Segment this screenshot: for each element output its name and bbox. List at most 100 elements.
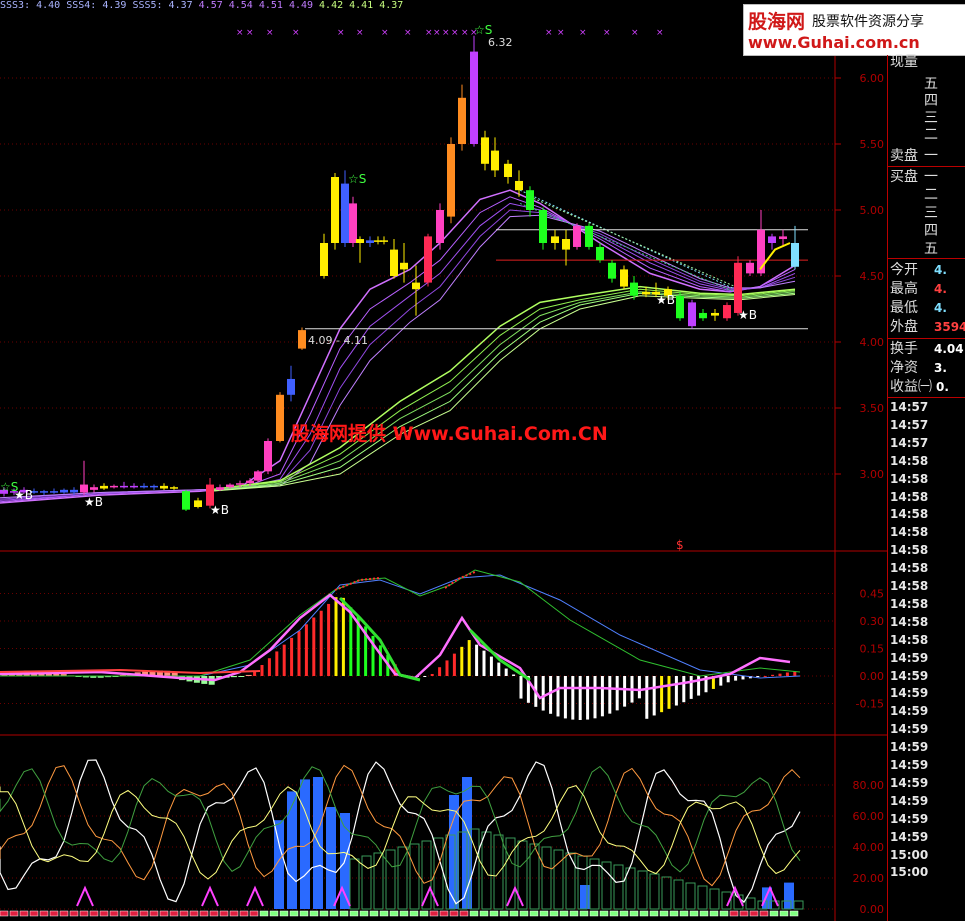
strip-cell [569,910,579,917]
macd-bar [497,662,501,676]
stat-label-1: 最高 [890,281,918,297]
strip-cell [189,910,199,917]
strip-cell [559,910,569,917]
candle-body [711,312,719,316]
signal-triangle [246,885,264,907]
stat2-value-2: 0. [936,380,949,394]
strip-cell [499,910,509,917]
candle-body [596,246,604,261]
macd-bar [378,645,382,676]
strip-cell [229,910,239,917]
candle-body [746,262,754,274]
volume-outline-bar [637,870,648,910]
candle-body [246,480,254,484]
price-tick-label: 4.00 [860,336,885,349]
tick-time: 14:59 [890,740,929,755]
indicator-readout-9: 4.37 [379,0,404,11]
price-tick-label: 6.00 [860,72,885,85]
strip-cell [739,910,749,917]
macd-bar [438,667,442,676]
macd-tick-label: 0.30 [860,615,885,628]
strip-cell [539,910,549,917]
kdj-line [0,764,801,887]
strip-cell [259,910,269,917]
tick-time: 14:59 [890,793,929,808]
macd-bar [230,676,237,678]
stat-label-2: 最低 [890,300,918,316]
strip-cell [139,910,149,917]
strip-cell [589,910,599,917]
strip-cell [399,910,409,917]
candle-body [630,282,638,296]
sell-level-2: 二 [924,127,938,143]
macd-bar [689,676,693,699]
candle-body [366,240,374,243]
volume-bar [580,885,590,909]
macd-bar [608,676,612,714]
strip-cell [439,910,449,917]
macd-bar [756,676,760,678]
macd-bar [615,676,619,711]
indicator-readout-8: 4.41 [349,0,374,11]
volume-outline-bar [409,843,420,910]
volume-outline-bar [481,831,492,910]
candle-body [140,485,148,488]
candle-body [100,485,108,489]
candle-body [341,183,349,243]
sell-level-4: 四 [924,93,938,109]
strip-cell [669,910,679,917]
macd-bar [563,676,567,719]
candle-body [447,144,455,217]
macd-bar [741,676,745,680]
macd-bar [482,650,486,676]
tick-time: 14:59 [890,704,929,719]
macd-bar [319,610,323,676]
macd-bar [290,637,294,676]
signal-marker: × [631,28,639,38]
strip-cell [269,910,279,917]
buy-signal: ★B [14,488,33,502]
macd-bar [489,656,493,676]
macd-bar [245,674,252,676]
macd-bar [674,676,678,706]
signal-marker: × [246,28,254,38]
buy-level-3: 三 [924,205,938,221]
stat-value-1: 4. [934,282,947,296]
macd-bar [467,640,471,676]
candle-body [642,291,650,295]
macd-bar [652,676,656,716]
macd-bar [349,607,353,676]
kline-chart-area[interactable]: 6.00 5.50 5.00 4.50 4.00 3.50 3.00 0.45 0.30 0.15… [0,0,887,921]
strip-cell [299,910,309,917]
macd-bar [600,676,604,717]
volume-outline-bar [565,852,576,910]
ma-line-green [209,291,796,492]
sell-signal: ☆S [474,23,492,37]
candle-body [779,236,787,240]
label-xianliang: 现量 [890,54,918,70]
signal-marker: × [603,28,611,38]
candle-body [320,243,328,276]
indicator-readout-1: SSS4: 4.39 [66,0,127,11]
candle-body [734,262,742,313]
stat2-label-1: 净资 [890,360,918,376]
kdj-tick-label: 20.00 [853,872,885,885]
candle-body [481,137,489,164]
dollar-marker: $ [676,538,684,552]
strip-cell [209,910,219,917]
candle-body [539,210,547,243]
macd-bar [726,676,730,683]
macd-bar [578,676,582,720]
candle-body [424,236,432,283]
strip-cell [699,910,709,917]
sell-level-3: 三 [924,110,938,126]
candle-body [470,51,478,144]
price-tick-label: 5.00 [860,204,885,217]
volume-outline-bar [793,900,804,910]
macd-bar [682,676,686,703]
stat2-label-0: 换手 [890,341,918,357]
ma-line-green [209,292,796,492]
candle-body [491,150,499,171]
macd-bar [275,651,279,676]
strip-cell [149,910,159,917]
